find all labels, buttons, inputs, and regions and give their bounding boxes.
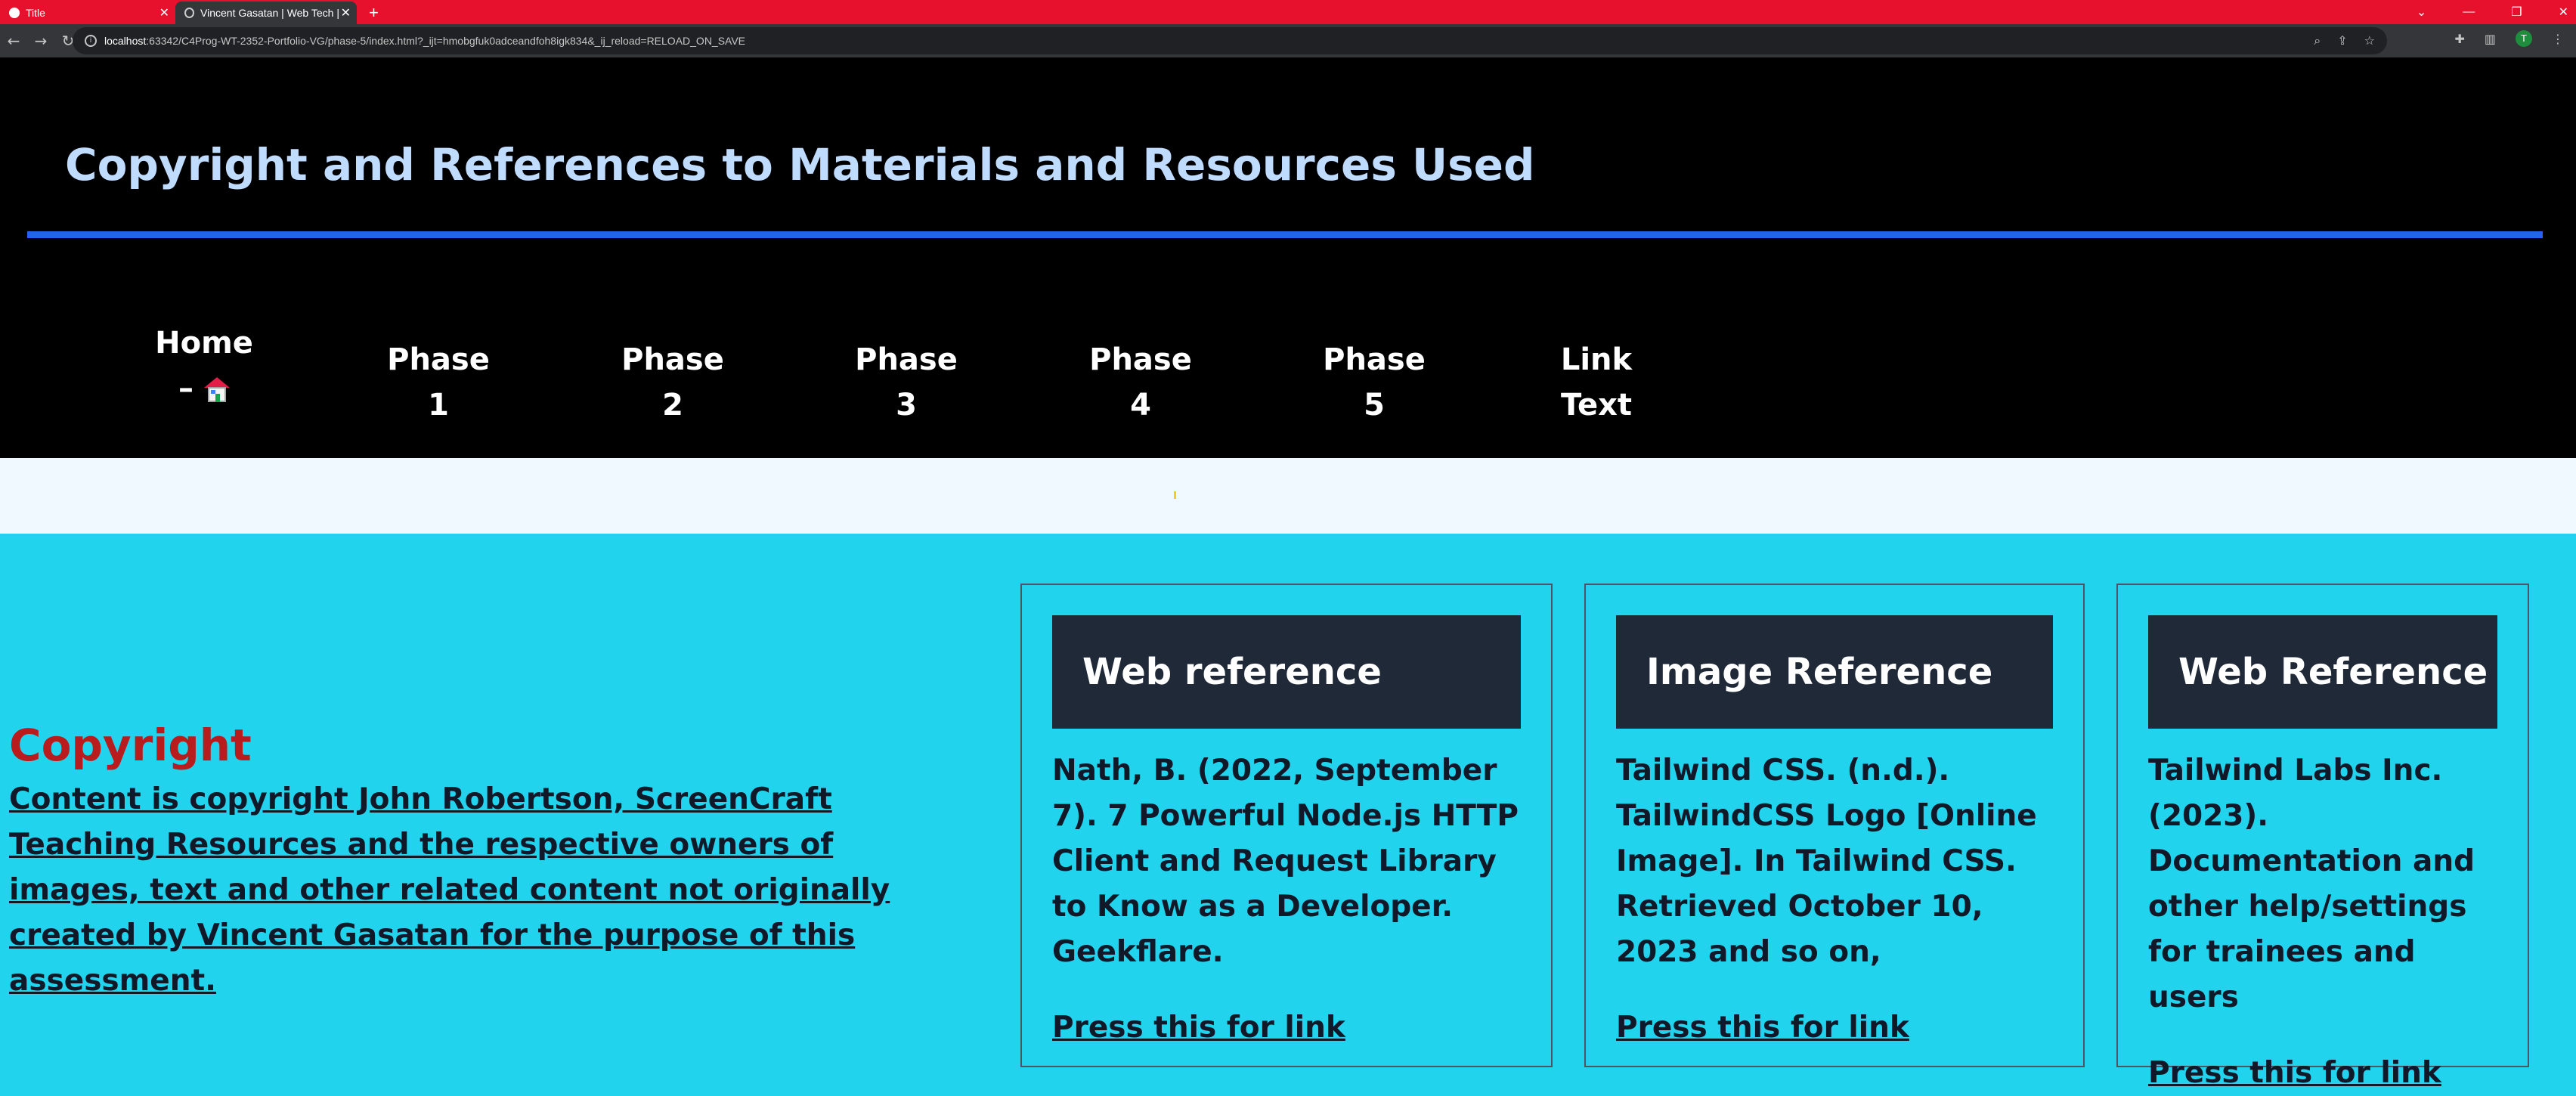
- nav-label-2: Text: [1560, 388, 1633, 423]
- card-citation: Tailwind CSS. (n.d.). TailwindCSS Logo […: [1616, 754, 2037, 969]
- card-body: Nath, B. (2022, September 7). 7 Powerful…: [1052, 748, 1521, 1051]
- nav-number: 2: [662, 388, 683, 423]
- reference-link[interactable]: Press this for link: [1052, 1005, 1521, 1051]
- reference-card: Web reference Nath, B. (2022, September …: [1020, 584, 1553, 1067]
- card-citation: Tailwind Labs Inc. (2023). Documentation…: [2148, 754, 2475, 1014]
- nav-number: 4: [1130, 388, 1151, 423]
- new-tab-icon[interactable]: +: [369, 3, 379, 23]
- page-title: Copyright and References to Materials an…: [65, 139, 1535, 190]
- nav-number: 5: [1364, 388, 1385, 423]
- nav-phase-5[interactable]: Phase 5: [1299, 337, 1450, 428]
- extensions-icon[interactable]: ✚: [2454, 32, 2464, 46]
- tab-title: Title: [26, 7, 45, 19]
- card-heading: Image Reference: [1616, 615, 2053, 729]
- nav-phase-1[interactable]: Phase 1: [363, 337, 514, 428]
- light-banner: [0, 458, 2576, 534]
- globe-icon: [9, 8, 20, 18]
- card-citation: Nath, B. (2022, September 7). 7 Powerful…: [1052, 754, 1519, 969]
- page-header: Copyright and References to Materials an…: [0, 57, 2576, 458]
- url-text: localhost:63342/C4Prog-WT-2352-Portfolio…: [104, 35, 746, 47]
- menu-icon[interactable]: ⋮: [2552, 32, 2564, 46]
- tab-search-icon[interactable]: ⌄: [2417, 5, 2426, 20]
- nav-label: Phase: [387, 342, 490, 377]
- side-panel-icon[interactable]: ▥: [2485, 32, 2496, 46]
- bookmark-star-icon[interactable]: ☆: [2364, 33, 2375, 48]
- main-content: Copyright Content is copyright John Robe…: [0, 534, 2576, 1090]
- nav-label: Link: [1560, 342, 1633, 377]
- reference-link[interactable]: Press this for link: [1616, 1005, 2053, 1051]
- maximize-icon[interactable]: ❐: [2511, 5, 2522, 20]
- nav-label: Phase: [1089, 342, 1192, 377]
- nav-phase-4[interactable]: Phase 4: [1065, 337, 1216, 428]
- banner-marker: [1174, 491, 1176, 499]
- card-body: Tailwind Labs Inc. (2023). Documentation…: [2148, 748, 2497, 1096]
- card-heading: Web reference: [1052, 615, 1521, 729]
- globe-icon: [184, 8, 195, 18]
- reference-card: Web Reference Tailwind Labs Inc. (2023).…: [2116, 584, 2529, 1090]
- nav-label: Phase: [855, 342, 958, 377]
- browser-tab-bar: Title ✕ Vincent Gasatan | Web Tech | Co …: [0, 0, 2576, 24]
- reference-link[interactable]: Press this for link: [2148, 1051, 2497, 1096]
- tab-title: Vincent Gasatan | Web Tech | Co: [200, 7, 341, 19]
- forward-icon[interactable]: →: [27, 32, 54, 50]
- card-heading: Web Reference: [2148, 615, 2497, 729]
- title-divider: [27, 231, 2543, 238]
- nav-home-dash: –: [178, 371, 204, 406]
- house-icon: [203, 377, 230, 403]
- zoom-icon[interactable]: ⌕: [2314, 33, 2321, 48]
- url-input[interactable]: i localhost:63342/C4Prog-WT-2352-Portfol…: [73, 27, 2387, 54]
- browser-tab[interactable]: Title ✕: [0, 2, 175, 24]
- back-icon[interactable]: ←: [0, 32, 27, 50]
- reference-card: Image Reference Tailwind CSS. (n.d.). Ta…: [1584, 584, 2085, 1067]
- browser-tab-active[interactable]: Vincent Gasatan | Web Tech | Co ✕: [175, 2, 357, 24]
- share-icon[interactable]: ⇪: [2337, 33, 2347, 48]
- nav-link-text[interactable]: Link Text: [1521, 337, 1672, 428]
- nav-number: 1: [428, 388, 449, 423]
- nav-home-label: Home: [155, 326, 253, 361]
- close-window-icon[interactable]: ✕: [2559, 5, 2568, 20]
- avatar[interactable]: T: [2516, 30, 2532, 47]
- omnibox-actions: ⌕ ⇪ ☆: [2314, 33, 2375, 48]
- nav-phase-3[interactable]: Phase 3: [831, 337, 982, 428]
- copyright-text: Content is copyright John Robertson, Scr…: [9, 782, 890, 998]
- nav-label: Phase: [1323, 342, 1426, 377]
- close-tab-icon[interactable]: ✕: [159, 5, 169, 20]
- minimize-icon[interactable]: —: [2463, 5, 2475, 19]
- nav-home[interactable]: Home –: [128, 320, 280, 411]
- nav-phase-2[interactable]: Phase 2: [597, 337, 748, 428]
- address-bar: ← → ↻ i localhost:63342/C4Prog-WT-2352-P…: [0, 24, 2576, 57]
- toolbar-actions: ✚ ▥ T ⋮: [2454, 30, 2564, 47]
- window-controls: ⌄ — ❐ ✕: [2417, 0, 2576, 24]
- nav-number: 3: [896, 388, 917, 423]
- nav-label: Phase: [621, 342, 724, 377]
- copyright-heading: Copyright: [9, 720, 252, 771]
- card-body: Tailwind CSS. (n.d.). TailwindCSS Logo […: [1616, 748, 2053, 1051]
- close-tab-icon[interactable]: ✕: [341, 5, 351, 20]
- info-icon[interactable]: i: [85, 35, 97, 47]
